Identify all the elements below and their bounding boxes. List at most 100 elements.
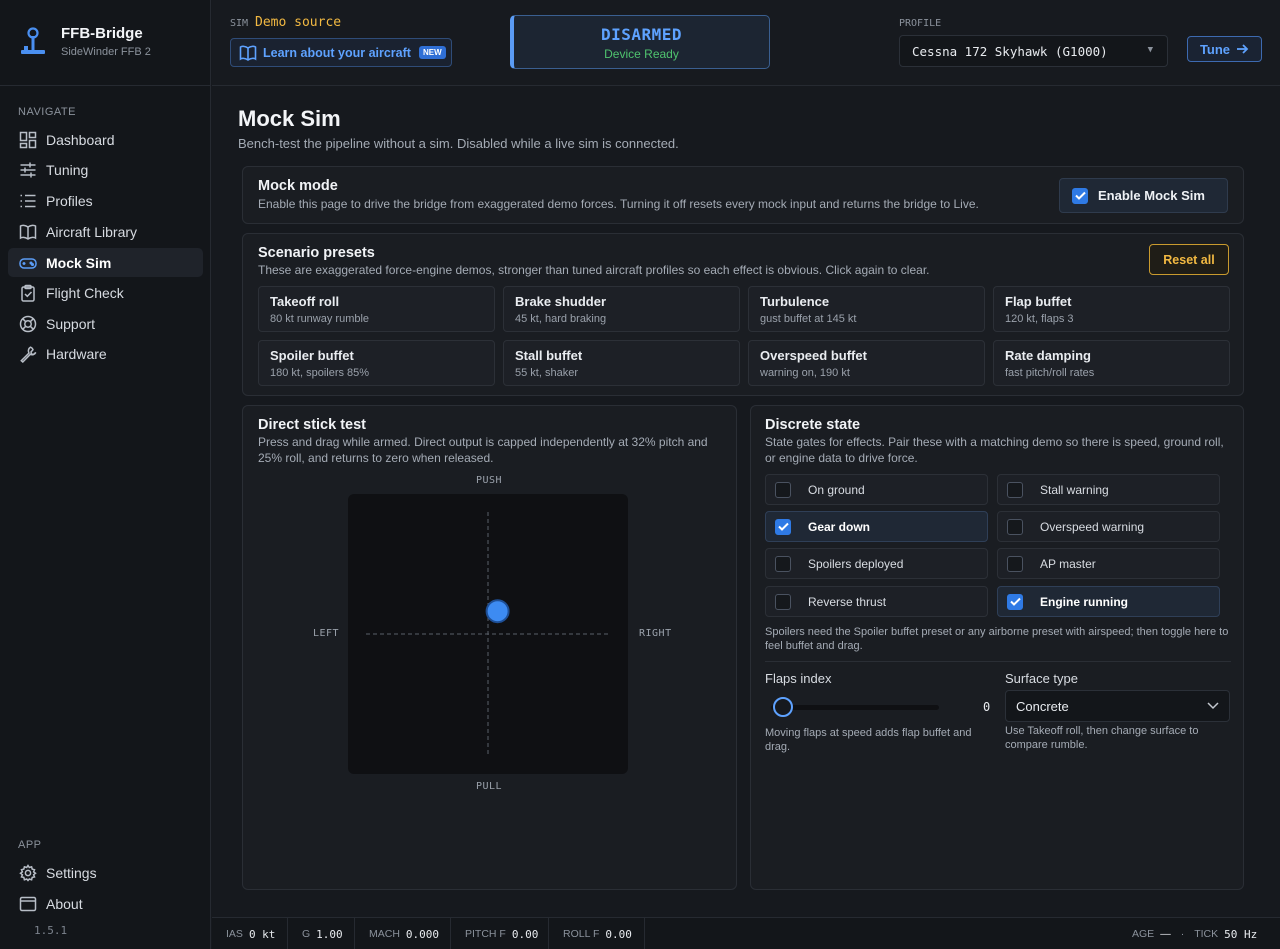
state-stall-warning[interactable]: Stall warning [997,474,1220,505]
status-bar: IAS 0 kt G 1.00 MACH 0.000 PITCH F 0.00 … [212,917,1280,949]
arm-state: DISARMED [600,25,683,44]
enable-mock-sim-toggle[interactable]: Enable Mock Sim [1059,178,1228,213]
state-gear-down[interactable]: Gear down [765,511,988,542]
window-icon [18,894,38,914]
nav-item-aircraft-library[interactable]: Aircraft Library [8,217,203,246]
stick-desc: Press and drag while armed. Direct outpu… [258,435,708,465]
flaps-slider-thumb[interactable] [773,697,793,717]
nav-label: About [46,895,83,912]
nav-item-flight-check[interactable]: Flight Check [8,278,203,307]
presets-title: Scenario presets [258,245,375,261]
stat-value: 0.00 [511,927,539,941]
tick-value: 50 Hz [1224,927,1258,941]
checkbox-checked-icon [1072,187,1088,204]
checkbox-icon [775,593,791,610]
preset-overspeed-buffet[interactable]: Overspeed buffet warning on, 190 kt [748,340,985,386]
state-spoilers-deployed[interactable]: Spoilers deployed [765,548,988,579]
flaps-label: Flaps index [765,671,832,686]
stick-pad[interactable] [348,494,628,774]
arrow-right-icon [1237,44,1249,54]
stat-value: 1.00 [316,927,343,941]
page-subtitle: Bench-test the pipeline without a sim. D… [238,136,679,151]
state-label: Stall warning [1040,482,1109,497]
nav-item-tuning[interactable]: Tuning [8,155,203,184]
stat-label: PITCH F [465,928,506,940]
spoilers-note: Spoilers need the Spoiler buffet preset … [765,626,1229,652]
nav-label: Aircraft Library [46,223,138,240]
stat-age-tick: AGE — · TICK 50 Hz [1132,918,1257,949]
device-status: Device Ready [604,47,679,61]
discrete-title: Discrete state [765,417,861,433]
state-engine-running[interactable]: Engine running [997,586,1220,617]
preset-desc: fast pitch/roll rates [1005,367,1095,379]
tune-button[interactable]: Tune [1187,36,1262,62]
stat-label: MACH [369,928,400,940]
profile-select[interactable]: Cessna 172 Skyhawk (G1000) ▼ [899,35,1168,67]
pull-label: PULL [476,781,503,792]
nav-label: Hardware [46,345,107,362]
stat-pitch-force: PITCH F 0.00 [451,918,549,949]
stat-value: 0 kt [248,927,276,941]
learn-aircraft-button[interactable]: Learn about your aircraft NEW [230,38,452,67]
book-icon [239,44,257,62]
flaps-hint: Moving flaps at speed adds flap buffet a… [765,727,972,753]
dashboard-icon [18,130,38,150]
state-ap-master[interactable]: AP master [997,548,1220,579]
tune-label: Tune [1199,41,1231,57]
stick-position-handle[interactable] [485,599,510,624]
flaps-slider-track[interactable] [771,705,939,710]
checkbox-icon [1007,555,1023,572]
preset-flap-buffet[interactable]: Flap buffet 120 kt, flaps 3 [993,286,1230,332]
stat-ias: IAS 0 kt [212,918,288,949]
profile-label: PROFILE [899,18,942,29]
brand-name: FFB-Bridge [61,25,143,42]
flaps-value: 0 [983,700,991,714]
sidebar: FFB-Bridge SideWinder FFB 2 NAVIGATE Das… [0,0,211,949]
nav-label: Profiles [46,192,93,209]
brand: FFB-Bridge SideWinder FFB 2 [0,0,211,86]
preset-turbulence[interactable]: Turbulence gust buffet at 145 kt [748,286,985,332]
preset-spoiler-buffet[interactable]: Spoiler buffet 180 kt, spoilers 85% [258,340,495,386]
mock-mode-card: Mock mode Enable this page to drive the … [242,166,1244,224]
preset-stall-buffet[interactable]: Stall buffet 55 kt, shaker [503,340,740,386]
state-on-ground[interactable]: On ground [765,474,988,505]
preset-brake-shudder[interactable]: Brake shudder 45 kt, hard braking [503,286,740,332]
sliders-icon [18,160,38,180]
stick-crosshair [366,512,610,756]
push-label: PUSH [476,475,503,486]
preset-name: Spoiler buffet [270,348,354,363]
checkbox-icon [775,555,791,572]
arm-status[interactable]: DISARMED Device Ready [510,15,770,69]
preset-name: Takeoff roll [270,294,340,309]
nav-item-dashboard[interactable]: Dashboard [8,125,203,154]
surface-type-select[interactable]: Concrete [1005,690,1230,722]
clipboard-check-icon [18,283,38,303]
age-value: — [1160,928,1171,940]
state-overspeed-warning[interactable]: Overspeed warning [997,511,1220,542]
preset-name: Flap buffet [1005,294,1072,309]
presets-desc: These are exaggerated force-engine demos… [258,263,930,277]
preset-takeoff-roll[interactable]: Takeoff roll 80 kt runway rumble [258,286,495,332]
nav-label: Dashboard [46,131,115,148]
joystick-logo-icon [20,26,46,56]
nav-item-support[interactable]: Support [8,309,203,338]
reset-all-button[interactable]: Reset all [1149,244,1229,275]
nav-item-mock-sim[interactable]: Mock Sim [8,248,203,277]
surface-label: Surface type [1005,671,1078,686]
nav-item-settings[interactable]: Settings [8,858,203,887]
scenario-presets-card: Scenario presets These are exaggerated f… [242,233,1244,396]
stat-roll-force: ROLL F 0.00 [549,918,645,949]
surface-hint: Use Takeoff roll, then change surface to… [1005,725,1199,751]
divider [765,661,1231,662]
sim-label: SIM [230,18,249,29]
preset-desc: warning on, 190 kt [760,367,850,379]
nav-item-hardware[interactable]: Hardware [8,339,203,368]
nav-item-about[interactable]: About [8,889,203,918]
mock-mode-desc: Enable this page to drive the bridge fro… [258,197,979,211]
nav-item-profiles[interactable]: Profiles [8,186,203,215]
enable-label: Enable Mock Sim [1098,188,1205,203]
preset-name: Turbulence [760,294,830,309]
preset-rate-damping[interactable]: Rate damping fast pitch/roll rates [993,340,1230,386]
preset-name: Brake shudder [515,294,607,309]
state-reverse-thrust[interactable]: Reverse thrust [765,586,988,617]
